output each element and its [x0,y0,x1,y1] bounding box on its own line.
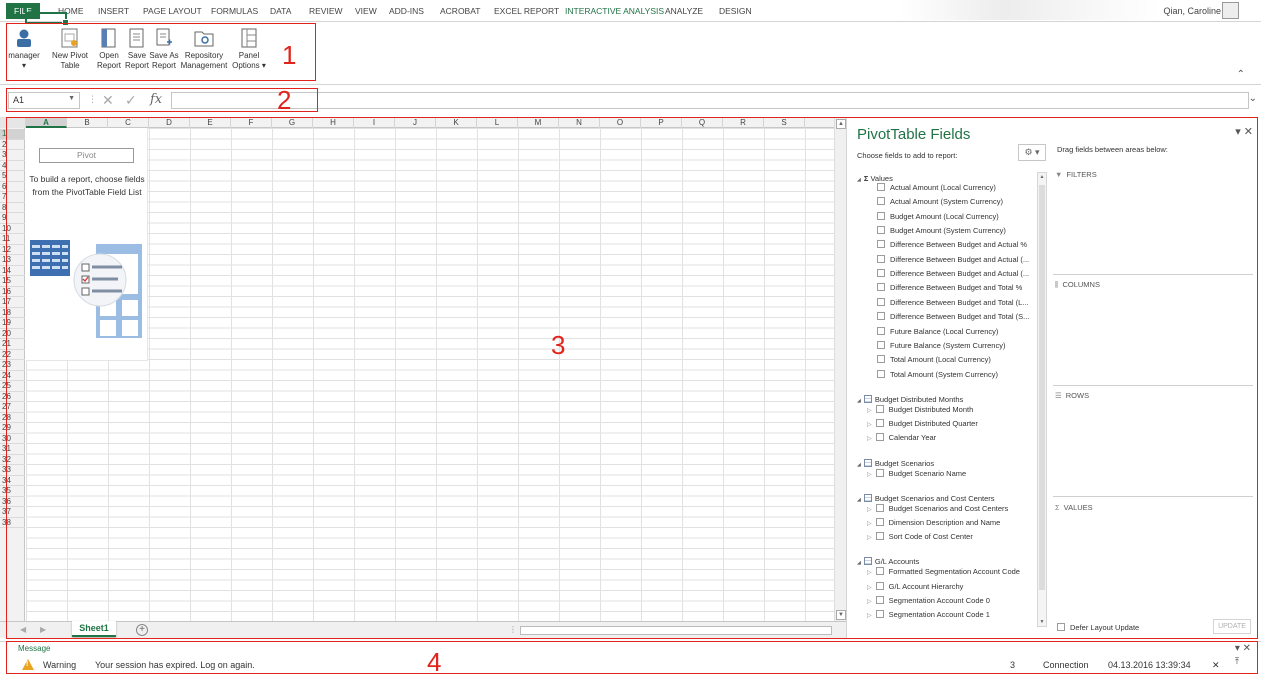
header-banner-graphic [900,0,1160,20]
tab-page-layout[interactable]: PAGE LAYOUT [143,6,202,16]
annotation-number: 4 [427,647,442,677]
tab-view[interactable]: VIEW [355,6,377,16]
annotation-box-formula-bar [6,88,318,112]
ribbon-tab-bar: FILE HOME INSERT PAGE LAYOUT FORMULAS DA… [0,0,1261,22]
annotation-box-message-bar [6,641,1258,674]
annotation-number: 3 [551,330,566,360]
tab-formulas[interactable]: FORMULAS [211,6,258,16]
tab-add-ins[interactable]: ADD-INS [389,6,424,16]
annotation-number: 1 [282,40,297,70]
tab-excel-report[interactable]: EXCEL REPORT [494,6,559,16]
tab-data[interactable]: DATA [270,6,291,16]
annotation-box-ribbon [6,23,316,81]
annotation-box-workspace [6,117,1258,639]
tab-design[interactable]: DESIGN [719,6,752,16]
collapse-ribbon-icon[interactable]: ⌃ [1237,69,1245,80]
tab-acrobat[interactable]: ACROBAT [440,6,480,16]
annotation-number: 2 [277,85,292,115]
formula-input[interactable] [171,92,1249,109]
tab-review[interactable]: REVIEW [309,6,343,16]
tab-analyze[interactable]: ANALYZE [665,6,703,16]
tab-interactive-analysis[interactable]: INTERACTIVE ANALYSIS [565,6,664,16]
expand-formula-bar-icon[interactable]: ⌄ [1249,93,1257,104]
avatar[interactable] [1222,2,1239,19]
tab-insert[interactable]: INSERT [98,6,129,16]
user-name[interactable]: Qian, Caroline [1163,6,1221,16]
